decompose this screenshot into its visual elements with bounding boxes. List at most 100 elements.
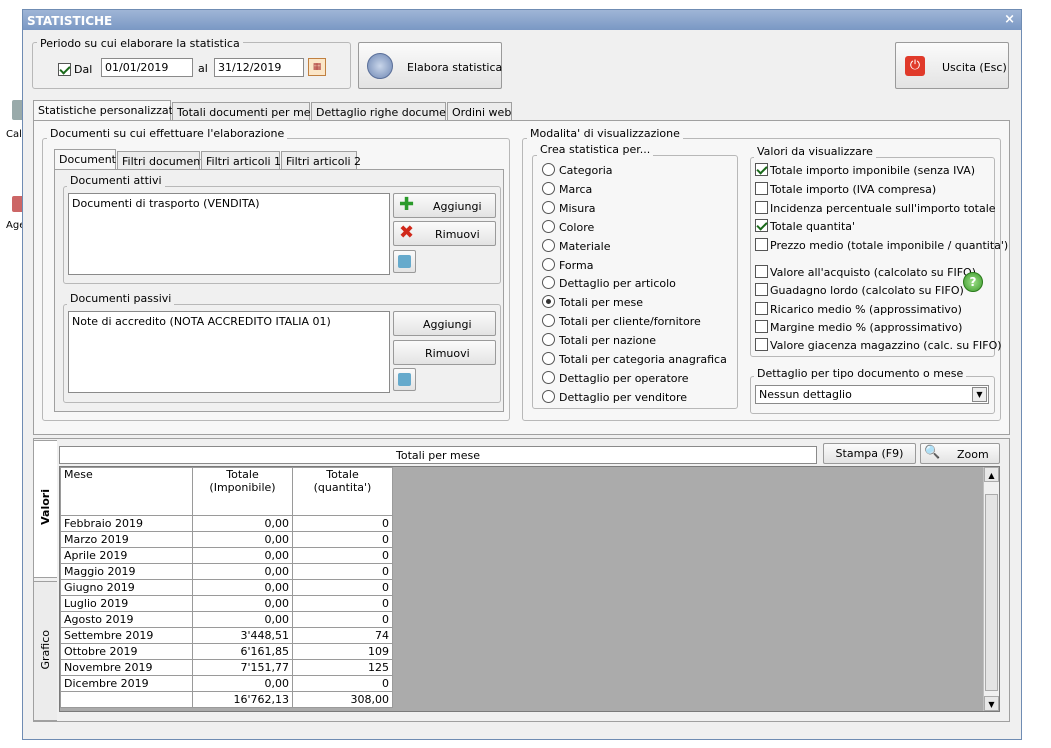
cell-mese[interactable]: Novembre 2019 — [60, 659, 193, 676]
cell-quantita[interactable]: 0 — [292, 531, 393, 548]
clear-passivi-button[interactable] — [393, 368, 416, 391]
table-row[interactable]: Ottobre 2019 6'161,85 109 — [60, 643, 393, 660]
valori-checkbox[interactable] — [755, 238, 768, 252]
table-row[interactable]: Giugno 2019 0,00 0 — [60, 579, 393, 596]
cell-quantita[interactable]: 0 — [292, 515, 393, 532]
col-quantita-header[interactable]: Totale (quantita') — [292, 467, 393, 516]
vertical-scrollbar[interactable]: ▲ ▼ — [983, 467, 999, 711]
list-item[interactable]: Documenti di trasporto (VENDITA) — [72, 197, 260, 210]
tab-filtri-articoli-2[interactable]: Filtri articoli 2 — [281, 151, 361, 170]
cell-mese[interactable]: Maggio 2019 — [60, 563, 193, 580]
cell-imponibile[interactable]: 0,00 — [192, 611, 293, 628]
table-row[interactable]: Marzo 2019 0,00 0 — [60, 531, 393, 548]
table-row[interactable]: Agosto 2019 0,00 0 — [60, 611, 393, 628]
table-row[interactable]: Dicembre 2019 0,00 0 — [60, 675, 393, 692]
cell-mese[interactable]: Marzo 2019 — [60, 531, 193, 548]
dal-checkbox[interactable] — [58, 63, 71, 76]
valori-checkbox[interactable] — [755, 219, 768, 233]
table-row[interactable]: Febbraio 2019 0,00 0 — [60, 515, 393, 532]
results-grid[interactable]: Mese Totale (Imponibile) Totale (quantita'… — [59, 466, 1000, 712]
cell-quantita[interactable]: 0 — [292, 547, 393, 564]
cell-quantita[interactable]: 74 — [292, 627, 393, 644]
crea-radio[interactable] — [542, 257, 555, 271]
cell-mese[interactable]: Febbraio 2019 — [60, 515, 193, 532]
table-row[interactable]: Settembre 2019 3'448,51 74 — [60, 627, 393, 644]
uscita-button[interactable]: ⏻ Uscita (Esc) — [895, 42, 1009, 89]
scroll-down-icon[interactable]: ▼ — [984, 696, 999, 711]
tab-filtri-articoli-1[interactable]: Filtri articoli 1 — [201, 151, 281, 170]
close-icon[interactable]: × — [1004, 12, 1015, 27]
crea-radio[interactable] — [542, 181, 555, 195]
cell-imponibile[interactable]: 0,00 — [192, 531, 293, 548]
scroll-up-icon[interactable]: ▲ — [984, 467, 999, 482]
cell-mese[interactable] — [60, 691, 193, 708]
aggiungi-attivi-button[interactable]: ✚ Aggiungi — [393, 193, 496, 218]
tab-ordini-web[interactable]: Ordini web — [447, 102, 512, 121]
cell-imponibile[interactable]: 16'762,13 — [192, 691, 293, 708]
list-item[interactable]: Note di accredito (NOTA ACCREDITO ITALIA… — [72, 315, 331, 328]
table-total-row[interactable]: 16'762,13 308,00 — [60, 691, 393, 708]
cell-imponibile[interactable]: 0,00 — [192, 563, 293, 580]
chevron-down-icon[interactable]: ▼ — [972, 387, 987, 402]
tab-totali-documenti[interactable]: Totali documenti per mese — [172, 102, 323, 121]
clear-attivi-button[interactable] — [393, 250, 416, 273]
crea-radio[interactable] — [542, 200, 555, 214]
crea-radio[interactable] — [542, 163, 555, 176]
valori-checkbox[interactable] — [755, 181, 768, 195]
help-icon[interactable]: ? — [963, 272, 983, 292]
aggiungi-passivi-button[interactable]: Aggiungi — [393, 311, 496, 336]
cell-imponibile[interactable]: 0,00 — [192, 515, 293, 532]
cell-mese[interactable]: Luglio 2019 — [60, 595, 193, 612]
cell-mese[interactable]: Settembre 2019 — [60, 627, 193, 644]
stampa-button[interactable]: Stampa (F9) — [823, 443, 916, 464]
valori-checkbox[interactable] — [755, 301, 768, 315]
cell-quantita[interactable]: 125 — [292, 659, 393, 676]
tab-statistiche-personalizzate[interactable]: Statistiche personalizzate — [33, 100, 180, 121]
cell-mese[interactable]: Aprile 2019 — [60, 547, 193, 564]
table-row[interactable]: Maggio 2019 0,00 0 — [60, 563, 393, 580]
tab-documenti[interactable]: Documenti — [54, 149, 119, 170]
cell-quantita[interactable]: 0 — [292, 675, 393, 692]
crea-radio[interactable] — [542, 219, 555, 233]
tab-dettaglio-righe[interactable]: Dettaglio righe documenti — [311, 102, 460, 121]
attivi-list[interactable]: Documenti di trasporto (VENDITA) — [68, 193, 390, 275]
cell-imponibile[interactable]: 0,00 — [192, 595, 293, 612]
tab-grafico[interactable]: Grafico — [33, 581, 57, 721]
crea-radio[interactable] — [542, 370, 555, 384]
cell-quantita[interactable]: 0 — [292, 579, 393, 596]
dettaglio-select[interactable]: Nessun dettaglio ▼ — [755, 385, 989, 404]
date-to-input[interactable]: 31/12/2019 — [214, 58, 304, 77]
cell-imponibile[interactable]: 0,00 — [192, 579, 293, 596]
crea-radio[interactable] — [542, 352, 555, 365]
valori-checkbox[interactable] — [755, 338, 768, 352]
table-row[interactable]: Novembre 2019 7'151,77 125 — [60, 659, 393, 676]
cell-quantita[interactable]: 0 — [292, 563, 393, 580]
valori-checkbox[interactable] — [755, 200, 768, 214]
scroll-thumb[interactable] — [985, 494, 998, 691]
tab-filtri-documenti[interactable]: Filtri documenti — [117, 151, 208, 170]
rimuovi-attivi-button[interactable]: ✖ Rimuovi — [393, 221, 496, 246]
calendar-picker-icon[interactable]: ▦ — [308, 58, 326, 76]
valori-checkbox[interactable] — [755, 163, 768, 176]
cell-mese[interactable]: Ottobre 2019 — [60, 643, 193, 660]
cell-imponibile[interactable]: 0,00 — [192, 675, 293, 692]
cell-quantita[interactable]: 0 — [292, 611, 393, 628]
cell-quantita[interactable]: 0 — [292, 595, 393, 612]
passivi-list[interactable]: Note di accredito (NOTA ACCREDITO ITALIA… — [68, 311, 390, 393]
tab-valori[interactable]: Valori — [33, 440, 57, 578]
date-from-input[interactable]: 01/01/2019 — [101, 58, 193, 77]
zoom-button[interactable]: 🔍 Zoom — [920, 443, 1000, 464]
cell-imponibile[interactable]: 0,00 — [192, 547, 293, 564]
cell-mese[interactable]: Giugno 2019 — [60, 579, 193, 596]
crea-radio[interactable] — [542, 333, 555, 347]
cell-quantita[interactable]: 308,00 — [292, 691, 393, 708]
elabora-button[interactable]: Elabora statistica — [358, 42, 502, 89]
col-imponibile-header[interactable]: Totale (Imponibile) — [192, 467, 293, 516]
col-mese-header[interactable]: Mese — [60, 467, 193, 516]
cell-mese[interactable]: Dicembre 2019 — [60, 675, 193, 692]
rimuovi-passivi-button[interactable]: Rimuovi — [393, 340, 496, 365]
valori-checkbox[interactable] — [755, 265, 768, 278]
table-row[interactable]: Luglio 2019 0,00 0 — [60, 595, 393, 612]
crea-radio[interactable] — [542, 389, 555, 403]
cell-quantita[interactable]: 109 — [292, 643, 393, 660]
